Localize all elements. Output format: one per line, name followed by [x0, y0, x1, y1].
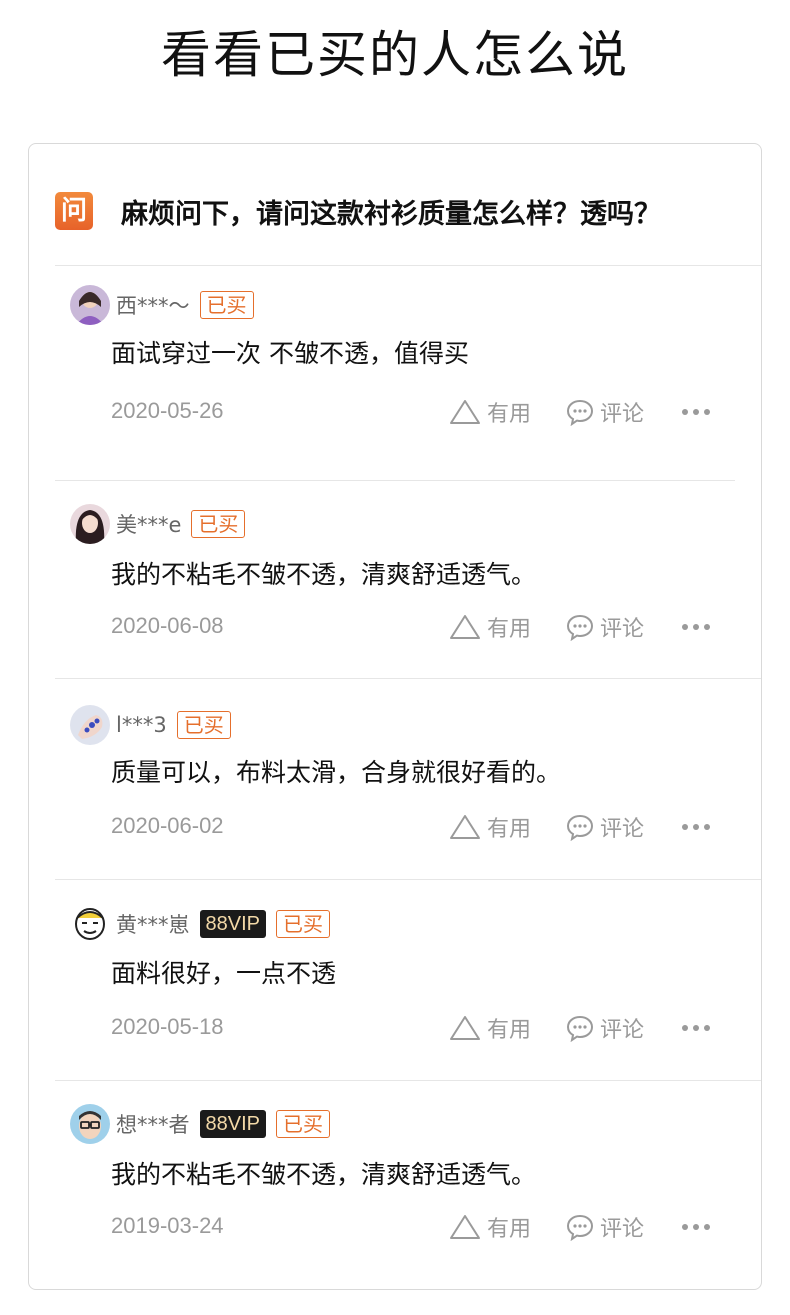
- answer-item: l***3 已买 质量可以，布料太滑，合身就很好看的。 2020-06-02 有…: [55, 679, 761, 880]
- comment-label: 评论: [600, 617, 645, 642]
- username: l***3: [116, 713, 167, 737]
- more-button[interactable]: [681, 618, 711, 636]
- more-button[interactable]: [681, 1019, 711, 1037]
- triangle-icon: [450, 1215, 480, 1239]
- useful-label: 有用: [487, 1217, 532, 1242]
- comment-label: 评论: [600, 1018, 645, 1043]
- bought-badge: 已买: [199, 291, 254, 319]
- comment-bubble-icon: [566, 1214, 594, 1241]
- page-title: 看看已买的人怎么说: [161, 26, 629, 84]
- useful-label: 有用: [487, 402, 532, 427]
- useful-button[interactable]: 有用: [449, 1010, 531, 1046]
- bought-badge: 已买: [176, 711, 231, 739]
- more-dots-icon: [682, 1025, 710, 1031]
- bought-badge: 已买: [275, 910, 330, 938]
- triangle-icon: [450, 1016, 480, 1040]
- answer-text: 我的不粘毛不皱不透，清爽舒适透气。: [111, 560, 537, 589]
- answer-text: 面料很好，一点不透: [111, 959, 337, 988]
- answer-meta: 2019-03-24 有用 评论: [111, 1209, 741, 1245]
- comment-button[interactable]: 评论: [566, 1209, 644, 1245]
- bought-badge: 已买: [275, 1110, 330, 1138]
- user-row: 西***～ 已买: [70, 284, 254, 326]
- comment-label: 评论: [600, 402, 645, 427]
- answer-text: 我的不粘毛不皱不透，清爽舒适透气。: [111, 1160, 537, 1189]
- useful-button[interactable]: 有用: [449, 809, 531, 845]
- comment-button[interactable]: 评论: [566, 1010, 644, 1046]
- answer-text: 质量可以，布料太滑，合身就很好看的。: [111, 758, 562, 787]
- user-row: 黄***崽 88VIP 已买: [70, 903, 330, 945]
- useful-button[interactable]: 有用: [449, 394, 531, 430]
- answer-meta: 2020-05-26 有用 评论: [111, 394, 741, 430]
- answer-text: 面试穿过一次 不皱不透，值得买: [111, 339, 469, 368]
- cartoon-face-avatar[interactable]: [70, 904, 110, 944]
- vip-badge: 88VIP: [199, 910, 266, 938]
- answer-date: 2020-05-18: [111, 1014, 224, 1039]
- more-dots-icon: [682, 824, 710, 830]
- qa-card: 问 麻烦问下，请问这款衬衫质量怎么样？透吗？ 西***～ 已买 面试穿过一次 不…: [28, 143, 762, 1290]
- username: 想***者: [116, 1113, 190, 1137]
- more-button[interactable]: [681, 818, 711, 836]
- useful-button[interactable]: 有用: [449, 609, 531, 645]
- question-row[interactable]: 问 麻烦问下，请问这款衬衫质量怎么样？透吗？: [55, 189, 755, 233]
- comment-bubble-icon: [566, 814, 594, 841]
- useful-label: 有用: [487, 1018, 532, 1043]
- glasses-man-avatar[interactable]: [70, 1104, 110, 1144]
- girl-dark-hair-avatar[interactable]: [70, 504, 110, 544]
- comment-button[interactable]: 评论: [566, 809, 644, 845]
- username: 西***～: [116, 294, 190, 318]
- useful-button[interactable]: 有用: [449, 1209, 531, 1245]
- username: 黄***崽: [116, 913, 190, 937]
- comment-button[interactable]: 评论: [566, 609, 644, 645]
- user-row: 想***者 88VIP 已买: [70, 1103, 330, 1145]
- answer-date: 2020-06-08: [111, 613, 224, 638]
- answer-meta: 2020-06-08 有用 评论: [111, 609, 741, 645]
- useful-label: 有用: [487, 617, 532, 642]
- more-dots-icon: [682, 1224, 710, 1230]
- comment-label: 评论: [600, 817, 645, 842]
- more-dots-icon: [682, 409, 710, 415]
- comment-bubble-icon: [566, 614, 594, 641]
- triangle-icon: [450, 815, 480, 839]
- answer-item: 想***者 88VIP 已买 我的不粘毛不皱不透，清爽舒适透气。 2019-03…: [55, 1081, 761, 1289]
- comment-bubble-icon: [566, 399, 594, 426]
- triangle-icon: [450, 615, 480, 639]
- answer-date: 2020-06-02: [111, 813, 224, 838]
- more-button[interactable]: [681, 403, 711, 421]
- vip-badge: 88VIP: [199, 1110, 266, 1138]
- answer-date: 2019-03-24: [111, 1213, 224, 1238]
- triangle-icon: [450, 400, 480, 424]
- user-row: 美***e 已买: [70, 503, 246, 545]
- question-text: 麻烦问下，请问这款衬衫质量怎么样？透吗？: [121, 198, 661, 230]
- answer-meta: 2020-05-18 有用 评论: [111, 1010, 741, 1046]
- user-row: l***3 已买: [70, 704, 231, 746]
- hand-avatar[interactable]: [70, 705, 110, 745]
- answer-meta: 2020-06-02 有用 评论: [111, 809, 741, 845]
- question-badge-icon: 问: [55, 192, 93, 230]
- comment-button[interactable]: 评论: [566, 394, 644, 430]
- answer-item: 西***～ 已买 面试穿过一次 不皱不透，值得买 2020-05-26 有用 评…: [55, 266, 761, 481]
- useful-label: 有用: [487, 817, 532, 842]
- answer-item: 美***e 已买 我的不粘毛不皱不透，清爽舒适透气。 2020-06-08 有用…: [55, 481, 761, 679]
- comment-label: 评论: [600, 1217, 645, 1242]
- more-dots-icon: [682, 624, 710, 630]
- username: 美***e: [116, 513, 182, 537]
- answer-date: 2020-05-26: [111, 398, 224, 423]
- answer-item: 黄***崽 88VIP 已买 面料很好，一点不透 2020-05-18 有用 评…: [55, 880, 761, 1081]
- comment-bubble-icon: [566, 1015, 594, 1042]
- more-button[interactable]: [681, 1218, 711, 1236]
- bought-badge: 已买: [191, 510, 246, 538]
- girl-purple-avatar[interactable]: [70, 285, 110, 325]
